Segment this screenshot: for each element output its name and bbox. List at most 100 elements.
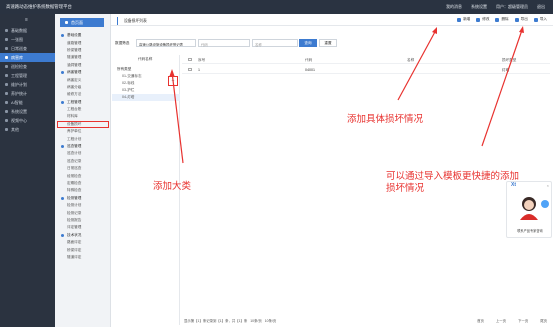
- sidebar-item[interactable]: 一张图: [0, 35, 55, 44]
- subnav-item[interactable]: 路面评定: [55, 239, 111, 246]
- sidebar-item-icon: [5, 119, 8, 122]
- sidebar-item[interactable]: 其他: [0, 125, 55, 134]
- sidebar-item-label: 日常巡查: [11, 45, 27, 51]
- close-icon[interactable]: ×: [547, 183, 549, 188]
- subnav-item[interactable]: 桥梁评定: [55, 246, 111, 253]
- subnav-group[interactable]: 技术状况: [55, 232, 111, 239]
- sidebar-item-label: 其他: [11, 126, 19, 132]
- column-header-type[interactable]: 损坏类型: [502, 58, 516, 63]
- subnav-group[interactable]: 病害管理: [55, 69, 111, 76]
- sidebar-item-label: 巡检检查: [11, 63, 27, 69]
- subnav-item[interactable]: 隧道管理: [55, 54, 111, 61]
- page-size-select-2[interactable]: 10条/页: [265, 318, 277, 323]
- table-type-select[interactable]: 高速公路设施设备损坏登记表: [136, 39, 196, 47]
- code-input[interactable]: 代码: [198, 39, 250, 47]
- tree-header: 代码名称: [138, 57, 153, 61]
- sidebar-item[interactable]: 病害库: [0, 53, 55, 62]
- chat-widget[interactable]: × 联系产品专家咨询: [506, 181, 552, 238]
- pager-summary: 显示第【1】条记录到【1】条，共【1】条: [184, 319, 248, 323]
- subnav-item[interactable]: 巡查记录: [55, 158, 111, 165]
- pager-first[interactable]: 首页: [477, 318, 484, 323]
- home-icon: [65, 21, 68, 24]
- secondary-sidebar-list: 基础设置 道路管理 桥梁管理 隧道管理 涵洞管理 病害管理 病害定义 病害分级 维修方法 工程管理…: [55, 32, 111, 261]
- subnav-item[interactable]: 日常巡查: [55, 165, 111, 172]
- tree-item[interactable]: 04-灯塔: [112, 94, 180, 101]
- sidebar-item-label: 系统设置: [11, 108, 27, 114]
- subnav-item[interactable]: 检测记录: [55, 209, 111, 216]
- select-all-checkbox[interactable]: [188, 57, 192, 61]
- top-messages-link[interactable]: 我的消息: [446, 4, 462, 10]
- subnav-item[interactable]: 涵洞管理: [55, 62, 111, 69]
- reset-button[interactable]: 重置: [319, 39, 337, 47]
- sidebar-item[interactable]: 日常巡查: [0, 44, 55, 53]
- subnav-item[interactable]: 工程计划: [55, 135, 111, 142]
- sidebar-item-icon: [5, 92, 8, 95]
- sidebar-item-label: AI智能: [11, 99, 23, 105]
- toolbar-button[interactable]: 新增: [457, 17, 470, 22]
- add-category-button[interactable]: +: [168, 76, 178, 86]
- sidebar-item-label: 基础数据: [11, 27, 27, 33]
- tab-equipment-damage[interactable]: 设备损坏列表: [117, 17, 153, 25]
- app-title: 高速路动态维护系统数据管理平台: [6, 4, 72, 9]
- subnav-item[interactable]: 病害分级: [55, 84, 111, 91]
- toolbar-button-label: 导入: [539, 17, 547, 21]
- edit-icon: [476, 17, 481, 22]
- column-header-name[interactable]: 名称: [407, 58, 414, 63]
- sidebar-item[interactable]: 系统设置: [0, 107, 55, 116]
- subnav-item[interactable]: 检测报告: [55, 217, 111, 224]
- sidebar-item[interactable]: AI智能: [0, 98, 55, 107]
- chat-label: 联系产品专家咨询: [517, 229, 543, 233]
- toolbar-button-label: 新增: [463, 17, 471, 21]
- subnav-item[interactable]: 设备损坏: [57, 120, 109, 129]
- tree-item[interactable]: 03-护栏: [112, 87, 180, 94]
- home-nav-button[interactable]: 首页面: [60, 18, 104, 27]
- grid-header-row: 序号 代码 名称 损坏类型: [182, 55, 550, 64]
- subnav-item[interactable]: 病害定义: [55, 76, 111, 83]
- toolbar-button[interactable]: 导入: [533, 17, 547, 22]
- top-logout-link[interactable]: 退出: [537, 4, 545, 10]
- hamburger-menu-icon[interactable]: ≡: [25, 17, 28, 23]
- subnav-group[interactable]: 检测管理: [55, 195, 111, 202]
- subnav-item[interactable]: 隧道评定: [55, 254, 111, 261]
- pager-last[interactable]: 尾页: [540, 318, 547, 323]
- name-input[interactable]: 名称: [252, 39, 298, 47]
- sidebar-item[interactable]: 视频中心: [0, 116, 55, 125]
- sidebar-item[interactable]: 巡检检查: [0, 62, 55, 71]
- table-row[interactable]: 1 04001 灯塔: [182, 65, 550, 74]
- toolbar-button[interactable]: 导出: [514, 17, 528, 22]
- subnav-item[interactable]: 养护单位: [55, 128, 111, 135]
- sidebar-item[interactable]: 养护统计: [0, 89, 55, 98]
- sidebar-item-label: 一张图: [11, 36, 23, 42]
- subnav-group[interactable]: 巡查管理: [55, 143, 111, 150]
- subnav-item[interactable]: 评定管理: [55, 224, 111, 231]
- subnav-item[interactable]: 经常检查: [55, 172, 111, 179]
- toolbar-button[interactable]: 删除: [495, 17, 509, 22]
- sidebar-item[interactable]: 基础数据: [0, 26, 55, 35]
- subnav-item[interactable]: 定期检查: [55, 180, 111, 187]
- query-button[interactable]: 查询: [299, 39, 317, 47]
- page-size-select[interactable]: 10条/页: [250, 318, 262, 323]
- pager-prev[interactable]: 上一页: [496, 318, 506, 323]
- annotation-add-category: 添加大类: [153, 181, 192, 192]
- tree-root-item[interactable]: 所有类型: [112, 66, 180, 73]
- subnav-item[interactable]: 材料库: [55, 113, 111, 120]
- column-header-seq[interactable]: 序号: [198, 58, 205, 63]
- pager-next[interactable]: 下一页: [518, 318, 528, 323]
- subnav-item[interactable]: 维修方法: [55, 91, 111, 98]
- top-settings-link[interactable]: 系统设置: [471, 4, 487, 10]
- subnav-item[interactable]: 巡查计划: [55, 150, 111, 157]
- subnav-group[interactable]: 基础设置: [55, 32, 111, 39]
- primary-sidebar: ≡ 基础数据一张图日常巡查病害库 巡检检查工程管理 维护计划 养护统计 AI智能系统设置…: [0, 14, 55, 327]
- toolbar-button[interactable]: 修改: [476, 17, 489, 22]
- subnav-item[interactable]: 工程台账: [55, 106, 111, 113]
- row-checkbox[interactable]: [188, 67, 192, 71]
- top-user-name[interactable]: 用户：超级管理员: [496, 4, 528, 10]
- subnav-item[interactable]: 检测计划: [55, 202, 111, 209]
- sidebar-item[interactable]: 工程管理: [0, 71, 55, 80]
- subnav-item[interactable]: 道路管理: [55, 39, 111, 46]
- subnav-item[interactable]: 桥梁管理: [55, 47, 111, 54]
- sidebar-item[interactable]: 维护计划: [0, 80, 55, 89]
- column-header-code[interactable]: 代码: [305, 58, 312, 63]
- subnav-group[interactable]: 工程管理: [55, 99, 111, 106]
- subnav-item[interactable]: 特殊检查: [55, 187, 111, 194]
